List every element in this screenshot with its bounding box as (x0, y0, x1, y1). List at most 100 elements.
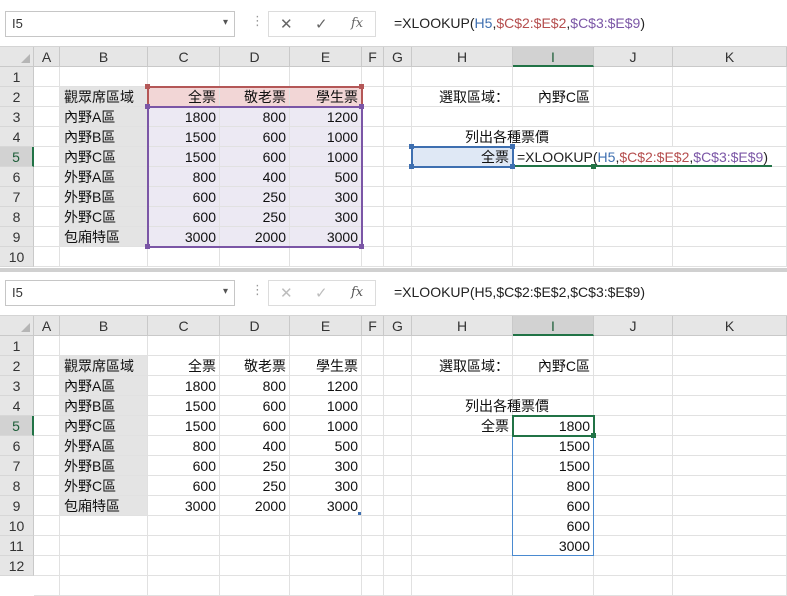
chevron-down-icon[interactable]: ▾ (223, 286, 228, 297)
column-header-g[interactable]: G (384, 316, 412, 336)
price-cell[interactable]: 600 (148, 456, 220, 476)
column-header-h[interactable]: H (412, 316, 513, 336)
row-header-9[interactable]: 9 (0, 227, 34, 247)
area-label[interactable]: 包廂特區 (60, 227, 148, 247)
row-header-2[interactable]: 2 (0, 87, 34, 107)
formula-input-top[interactable]: =XLOOKUP(H5,$C$2:$E$2,$C$3:$E$9) (382, 11, 787, 37)
select-all-corner[interactable] (0, 47, 34, 67)
insert-function-icon[interactable]: fx (351, 285, 363, 300)
ticket-type-cell[interactable]: 全票 (412, 416, 513, 436)
select-area-label[interactable]: 選取區域： (412, 87, 513, 107)
range-handle[interactable] (145, 104, 150, 109)
cell-editor[interactable]: =XLOOKUP(H5,$C$2:$E$2,$C$3:$E$9) (514, 147, 773, 167)
price-list-label[interactable]: 列出各種票價 (412, 127, 553, 147)
area-label[interactable]: 外野B區 (60, 187, 148, 207)
insert-function-icon[interactable]: fx (351, 16, 363, 31)
price-cell[interactable]: 800 (148, 436, 220, 456)
worksheet-grid-top[interactable]: A B C D E F G H I J K 1 2 3 4 5 6 7 8 9 10 觀眾席區域 全票 敬老票 學生票 內野A區 1… (0, 47, 787, 268)
price-cell[interactable]: 1500 (148, 416, 220, 436)
row-header-12[interactable]: 12 (0, 556, 34, 576)
row-header-11[interactable]: 11 (0, 536, 34, 556)
row-header-7[interactable]: 7 (0, 187, 34, 207)
price-cell[interactable]: 1500 (148, 396, 220, 416)
range-handle[interactable] (359, 244, 364, 249)
row-header-6[interactable]: 6 (0, 436, 34, 456)
area-label[interactable]: 內野C區 (60, 147, 148, 167)
select-area-label[interactable]: 選取區域： (412, 356, 513, 376)
table-corner-label[interactable]: 觀眾席區域 (60, 87, 148, 107)
row-header-10[interactable]: 10 (0, 247, 34, 267)
range-handle[interactable] (409, 144, 414, 149)
price-cell[interactable]: 1000 (290, 416, 362, 436)
row-header-5[interactable]: 5 (0, 147, 34, 167)
row-header-4[interactable]: 4 (0, 127, 34, 147)
chevron-down-icon[interactable]: ▾ (223, 17, 228, 28)
row-header-4[interactable]: 4 (0, 396, 34, 416)
range-handle[interactable] (510, 164, 515, 169)
area-label[interactable]: 外野A區 (60, 167, 148, 187)
row-header-2[interactable]: 2 (0, 356, 34, 376)
row-header-7[interactable]: 7 (0, 456, 34, 476)
price-cell[interactable]: 300 (290, 476, 362, 496)
name-box-top[interactable]: I5 ▾ (5, 11, 235, 37)
range-handle[interactable] (359, 84, 364, 89)
area-label[interactable]: 內野B區 (60, 396, 148, 416)
price-cell[interactable]: 1800 (148, 376, 220, 396)
cancel-icon[interactable]: ✕ (280, 284, 293, 302)
price-cell[interactable]: 1200 (290, 376, 362, 396)
column-header-d[interactable]: D (220, 47, 290, 67)
column-header-k[interactable]: K (673, 316, 787, 336)
row-header-1[interactable]: 1 (0, 67, 34, 87)
row-header-8[interactable]: 8 (0, 207, 34, 227)
area-label[interactable]: 內野A區 (60, 107, 148, 127)
row-header-10[interactable]: 10 (0, 516, 34, 536)
area-label[interactable]: 包廂特區 (60, 496, 148, 516)
range-handle[interactable] (145, 244, 150, 249)
column-header-a[interactable]: A (34, 316, 60, 336)
range-handle[interactable] (591, 164, 596, 169)
area-label[interactable]: 外野C區 (60, 207, 148, 227)
row-header-3[interactable]: 3 (0, 376, 34, 396)
column-header-a[interactable]: A (34, 47, 60, 67)
column-header-c[interactable]: C (148, 47, 220, 67)
row-header-3[interactable]: 3 (0, 107, 34, 127)
area-label[interactable]: 外野B區 (60, 456, 148, 476)
column-header-i[interactable]: I (513, 316, 594, 336)
select-all-corner[interactable] (0, 316, 34, 336)
column-header-c[interactable]: C (148, 316, 220, 336)
price-cell[interactable]: 400 (220, 436, 290, 456)
area-label[interactable]: 內野A區 (60, 376, 148, 396)
price-cell[interactable]: 500 (290, 436, 362, 456)
column-header-f[interactable]: F (362, 316, 384, 336)
table-corner-label[interactable]: 觀眾席區域 (60, 356, 148, 376)
price-cell[interactable]: 600 (220, 396, 290, 416)
column-header-f[interactable]: F (362, 47, 384, 67)
select-area-value[interactable]: 內野C區 (513, 87, 594, 107)
area-label[interactable]: 外野A區 (60, 436, 148, 456)
worksheet-grid-bottom[interactable]: A B C D E F G H I J K 1 2 3 4 5 6 7 8 9 10 11 12 觀眾席區域 全票 敬老票 學生票內… (0, 316, 787, 596)
formula-input-bottom[interactable]: =XLOOKUP(H5,$C$2:$E$2,$C$3:$E$9) (382, 280, 787, 306)
row-header-9[interactable]: 9 (0, 496, 34, 516)
ticket-type-header[interactable]: 敬老票 (220, 356, 290, 376)
row-header-1[interactable]: 1 (0, 336, 34, 356)
price-cell[interactable]: 1000 (290, 396, 362, 416)
column-header-e[interactable]: E (290, 316, 362, 336)
ticket-type-header[interactable]: 全票 (148, 356, 220, 376)
range-handle[interactable] (359, 104, 364, 109)
column-header-j[interactable]: J (594, 47, 673, 67)
column-header-j[interactable]: J (594, 316, 673, 336)
row-header-8[interactable]: 8 (0, 476, 34, 496)
name-box-bottom[interactable]: I5 ▾ (5, 280, 235, 306)
column-header-g[interactable]: G (384, 47, 412, 67)
price-cell[interactable]: 2000 (220, 496, 290, 516)
area-label[interactable]: 內野B區 (60, 127, 148, 147)
column-header-b[interactable]: B (60, 47, 148, 67)
range-handle[interactable] (409, 164, 414, 169)
price-list-label[interactable]: 列出各種票價 (412, 396, 553, 416)
cancel-icon[interactable]: ✕ (280, 15, 293, 33)
row-header-6[interactable]: 6 (0, 167, 34, 187)
price-cell[interactable]: 600 (148, 476, 220, 496)
price-cell[interactable]: 300 (290, 456, 362, 476)
price-cell[interactable]: 3000 (290, 496, 362, 516)
select-area-value[interactable]: 內野C區 (513, 356, 594, 376)
